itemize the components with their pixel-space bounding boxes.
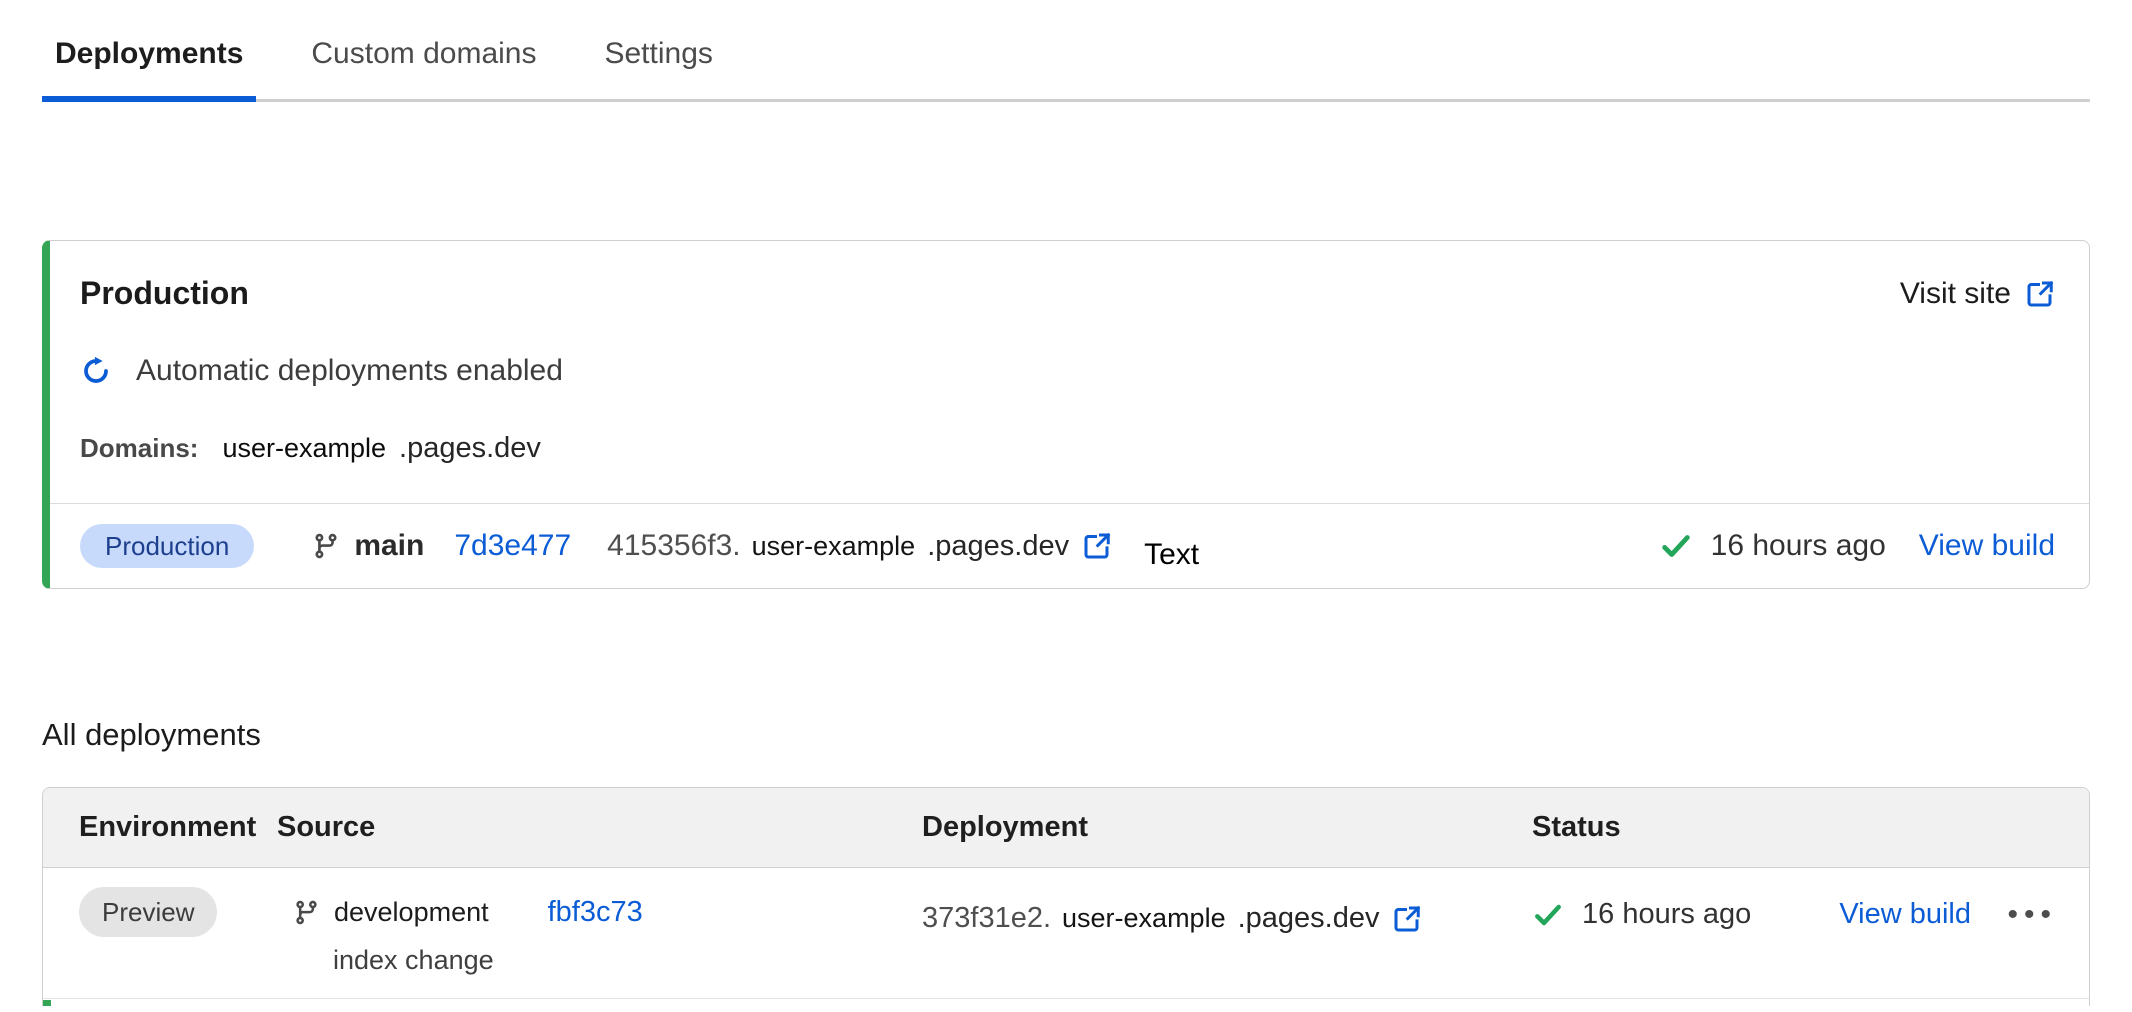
commit-link[interactable]: fbf3c73 bbox=[548, 896, 643, 929]
refresh-icon bbox=[80, 355, 112, 387]
next-row-partial bbox=[43, 999, 2089, 1006]
branch-name: main bbox=[354, 529, 424, 563]
table-header-row: Environment Source Deployment Status bbox=[43, 788, 2089, 868]
tab-bar: Deployments Custom domains Settings bbox=[42, 30, 2090, 102]
deployment-domain: user-example bbox=[752, 531, 916, 562]
production-indicator-bar bbox=[43, 1000, 51, 1006]
domains-label: Domains: bbox=[80, 433, 198, 464]
deployments-table: Environment Source Deployment Status Pre… bbox=[42, 787, 2090, 1006]
view-build-link[interactable]: View build bbox=[1839, 898, 1971, 931]
git-branch-icon bbox=[312, 532, 340, 560]
tab-settings[interactable]: Settings bbox=[591, 30, 725, 102]
deployment-suffix: .pages.dev bbox=[927, 530, 1069, 563]
success-check-icon bbox=[1659, 529, 1693, 563]
commit-link[interactable]: 7d3e477 bbox=[454, 529, 571, 563]
column-environment: Environment bbox=[43, 811, 277, 844]
row-menu-button[interactable]: ••• bbox=[2007, 900, 2057, 930]
domain-suffix: .pages.dev bbox=[399, 432, 541, 465]
tab-deployments[interactable]: Deployments bbox=[42, 30, 256, 102]
deployment-hash: 415356f3. bbox=[607, 529, 740, 563]
production-card-body: Production Visit site Automa bbox=[50, 241, 2089, 503]
environment-badge: Production bbox=[80, 524, 254, 568]
external-link-icon bbox=[2025, 279, 2055, 309]
auto-deployments-text: Automatic deployments enabled bbox=[136, 354, 563, 388]
commit-message: index change bbox=[277, 945, 922, 976]
external-link-icon[interactable] bbox=[1392, 904, 1422, 934]
visit-site-link[interactable]: Visit site bbox=[1900, 277, 2055, 311]
production-deployment-row: Production main 7d3e477 415356f3. user-e… bbox=[50, 503, 2089, 588]
success-check-icon bbox=[1532, 899, 1564, 931]
deployment-time: 16 hours ago bbox=[1582, 898, 1751, 931]
text-annotation: Text bbox=[1144, 538, 1199, 572]
visit-site-label: Visit site bbox=[1900, 277, 2011, 311]
column-source: Source bbox=[277, 811, 922, 844]
table-row: Preview development fbf3c73 index change… bbox=[43, 868, 2089, 999]
production-card: Production Visit site Automa bbox=[42, 240, 2090, 589]
production-title: Production bbox=[80, 275, 249, 312]
environment-badge: Preview bbox=[79, 887, 217, 937]
deployment-time: 16 hours ago bbox=[1711, 529, 1886, 563]
tab-custom-domains[interactable]: Custom domains bbox=[298, 30, 549, 102]
column-deployment: Deployment bbox=[922, 811, 1532, 844]
deployment-hash: 373f31e2. bbox=[922, 902, 1051, 935]
column-status: Status bbox=[1532, 811, 2089, 844]
domain-name: user-example bbox=[222, 433, 386, 464]
all-deployments-title: All deployments bbox=[42, 717, 2132, 753]
view-build-link[interactable]: View build bbox=[1919, 529, 2055, 563]
git-branch-icon bbox=[293, 899, 320, 926]
branch-name: development bbox=[334, 897, 489, 928]
deployment-domain: user-example bbox=[1062, 903, 1226, 934]
deployment-suffix: .pages.dev bbox=[1238, 902, 1380, 935]
external-link-icon[interactable] bbox=[1082, 531, 1112, 561]
